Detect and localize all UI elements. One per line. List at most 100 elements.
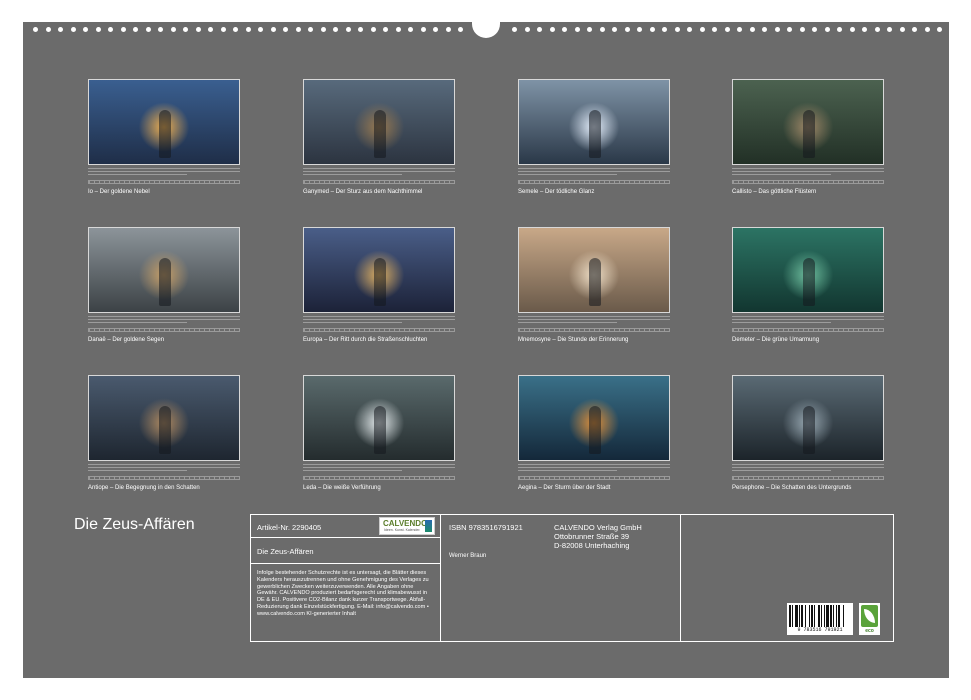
month-description bbox=[88, 316, 240, 326]
binding-hole bbox=[787, 27, 792, 32]
month-thumbnail: Persephone – Die Schatten des Untergrund… bbox=[732, 375, 884, 492]
month-photo bbox=[88, 79, 240, 165]
figure-silhouette bbox=[803, 258, 815, 306]
binding-hole bbox=[245, 27, 251, 32]
binding-hole bbox=[662, 27, 667, 32]
panel-divider bbox=[680, 515, 681, 641]
day-grid bbox=[88, 328, 240, 332]
month-thumbnail: Callisto – Das göttliche Flüstern bbox=[732, 79, 884, 196]
figure-silhouette bbox=[589, 406, 601, 454]
day-grid bbox=[303, 476, 455, 480]
author-name: Werner Braun bbox=[449, 553, 487, 559]
binding-hole bbox=[108, 27, 113, 32]
binding-hole bbox=[58, 27, 63, 32]
binding-hole bbox=[433, 27, 438, 32]
day-grid bbox=[518, 180, 670, 184]
product-title: Die Zeus-Affären bbox=[257, 547, 314, 556]
publisher-name: CALVENDO Verlag GmbH bbox=[554, 523, 642, 532]
month-thumbnail: Aegina – Der Sturm über der Stadt bbox=[518, 375, 670, 492]
eco-badge: eco bbox=[859, 603, 880, 635]
binding-hole bbox=[258, 27, 263, 32]
binding-hole bbox=[45, 27, 51, 32]
publisher-street: Ottobrunner Straße 39 bbox=[554, 532, 630, 541]
binding-hole bbox=[420, 27, 426, 32]
day-grid bbox=[303, 328, 455, 332]
binding-hole bbox=[333, 27, 338, 32]
figure-silhouette bbox=[374, 110, 386, 158]
publisher-city: D-82008 Unterhaching bbox=[554, 541, 630, 550]
barcode-bar bbox=[844, 605, 845, 627]
month-photo bbox=[303, 79, 455, 165]
panel-divider bbox=[440, 515, 441, 641]
isbn: ISBN 9783516791921 bbox=[449, 523, 523, 532]
figure-silhouette bbox=[803, 110, 815, 158]
isbn-barcode: 9 783516 791921 bbox=[787, 603, 853, 635]
month-thumbnail: Antiope – Die Begegnung in den Schatten bbox=[88, 375, 240, 492]
binding-hole bbox=[145, 27, 151, 32]
month-thumbnail: Leda – Die weiße Verführung bbox=[303, 375, 455, 492]
month-thumbnail: Demeter – Die grüne Umarmung bbox=[732, 227, 884, 344]
binding-hole bbox=[624, 27, 630, 32]
logo-tagline: Ideen. Kunst. Kalender. bbox=[384, 528, 421, 532]
month-description bbox=[732, 316, 884, 326]
month-thumbnail: Europa – Der Ritt durch die Straßenschlu… bbox=[303, 227, 455, 344]
day-grid bbox=[303, 180, 455, 184]
binding-hole bbox=[512, 27, 517, 32]
binding-hole bbox=[395, 27, 401, 32]
binding-hole bbox=[208, 27, 213, 32]
panel-divider bbox=[251, 563, 440, 564]
binding-hole bbox=[158, 27, 163, 32]
binding-hole bbox=[133, 27, 138, 32]
binding-hole bbox=[170, 27, 176, 32]
calendar-title: Die Zeus-Affären bbox=[74, 516, 195, 533]
binding-hole bbox=[537, 27, 542, 32]
binding-hole bbox=[233, 27, 238, 32]
month-photo bbox=[732, 375, 884, 461]
month-photo bbox=[518, 375, 670, 461]
product-info-panel: Artikel-Nr. 2290405 CALVENDO Ideen. Kuns… bbox=[250, 514, 894, 642]
day-grid bbox=[518, 328, 670, 332]
binding-hole bbox=[837, 27, 842, 32]
month-caption: Aegina – Der Sturm über der Stadt bbox=[518, 485, 611, 491]
binding-hole bbox=[70, 27, 76, 32]
figure-silhouette bbox=[803, 406, 815, 454]
month-caption: Antiope – Die Begegnung in den Schatten bbox=[88, 485, 200, 491]
month-description bbox=[88, 464, 240, 474]
binding-hole bbox=[562, 27, 567, 32]
binding-hole bbox=[862, 27, 867, 32]
day-grid bbox=[518, 476, 670, 480]
month-thumbnail: Danaë – Der goldene Segen bbox=[88, 227, 240, 344]
binding-hole bbox=[687, 27, 692, 32]
binding-hole bbox=[95, 27, 101, 32]
figure-silhouette bbox=[159, 110, 171, 158]
logo-mark-icon bbox=[425, 520, 432, 532]
binding-hole bbox=[812, 27, 817, 32]
binding-hole bbox=[587, 27, 592, 32]
binding-hole bbox=[899, 27, 905, 32]
figure-silhouette bbox=[159, 406, 171, 454]
binding-hole bbox=[320, 27, 326, 32]
panel-divider bbox=[251, 537, 440, 538]
month-description bbox=[303, 316, 455, 326]
binding-hole bbox=[308, 27, 313, 32]
binding-hole bbox=[83, 27, 88, 32]
binding-hole bbox=[887, 27, 892, 32]
binding-hole bbox=[33, 27, 38, 32]
binding-hole bbox=[774, 27, 780, 32]
binding-hole bbox=[699, 27, 705, 32]
binding-hole bbox=[195, 27, 201, 32]
logo-brand: CALVENDO bbox=[383, 519, 428, 528]
binding-hole bbox=[849, 27, 855, 32]
binding-holes-right bbox=[512, 27, 942, 35]
binding-hole bbox=[737, 27, 742, 32]
calvendo-logo: CALVENDO Ideen. Kunst. Kalender. bbox=[379, 517, 435, 535]
binding-hole bbox=[549, 27, 555, 32]
figure-silhouette bbox=[374, 406, 386, 454]
day-grid bbox=[732, 476, 884, 480]
binding-hole bbox=[270, 27, 276, 32]
month-thumbnail: Ganymed – Der Sturz aus dem Nachthimmel bbox=[303, 79, 455, 196]
month-thumbnail: Semele – Der tödliche Glanz bbox=[518, 79, 670, 196]
binding-hole bbox=[762, 27, 767, 32]
figure-silhouette bbox=[589, 110, 601, 158]
binding-hole bbox=[799, 27, 805, 32]
